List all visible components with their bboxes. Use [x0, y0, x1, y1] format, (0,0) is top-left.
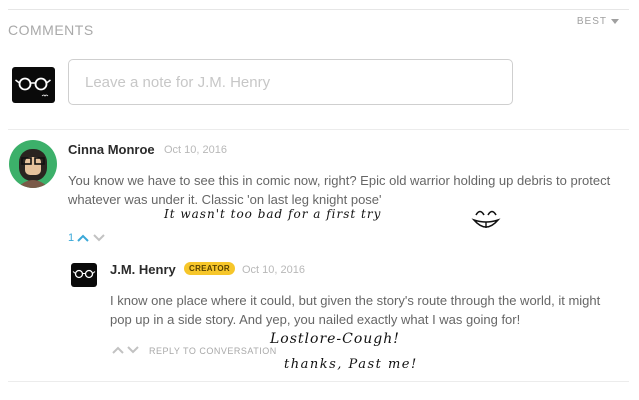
reply-date[interactable]: Oct 10, 2016	[242, 264, 305, 276]
upvote-arrow-icon[interactable]	[112, 346, 124, 354]
upvote-arrow-icon[interactable]	[77, 234, 89, 242]
chevron-down-icon	[611, 19, 619, 24]
vote-count: 1	[68, 232, 75, 244]
handwritten-note-3: thanks, Past me!	[284, 357, 418, 372]
comments-heading: COMMENTS	[8, 22, 94, 38]
comment-author[interactable]: Cinna Monroe	[68, 142, 155, 157]
top-divider	[8, 9, 629, 10]
glasses-icon	[15, 77, 51, 97]
handwritten-note-1: It wasn't too bad for a first try	[164, 207, 382, 221]
bottom-divider	[8, 381, 629, 382]
grinning-face-doodle-icon	[471, 210, 501, 228]
comment-date[interactable]: Oct 10, 2016	[164, 144, 227, 156]
section-divider	[8, 129, 629, 130]
sort-dropdown[interactable]: BEST	[577, 16, 619, 27]
avatar[interactable]	[9, 140, 57, 188]
comment-input[interactable]	[68, 59, 513, 105]
handwritten-note-2: Lostlore-Cough!	[270, 331, 400, 347]
downvote-arrow-icon[interactable]	[127, 346, 139, 354]
sort-label: BEST	[576, 16, 607, 27]
comment-text: You know we have to see this in comic no…	[68, 173, 611, 207]
reply-avatar[interactable]	[71, 263, 97, 287]
creator-badge: CREATOR	[184, 262, 235, 275]
reply-to-conversation-link[interactable]: REPLY TO CONVERSATION	[149, 346, 277, 356]
downvote-arrow-icon[interactable]	[93, 234, 105, 242]
glasses-icon	[72, 269, 96, 279]
person-avatar-icon	[17, 149, 49, 188]
current-user-avatar	[12, 67, 55, 103]
reply-text: I know one place where it could, but giv…	[110, 293, 601, 327]
reply-author[interactable]: J.M. Henry	[110, 262, 176, 277]
